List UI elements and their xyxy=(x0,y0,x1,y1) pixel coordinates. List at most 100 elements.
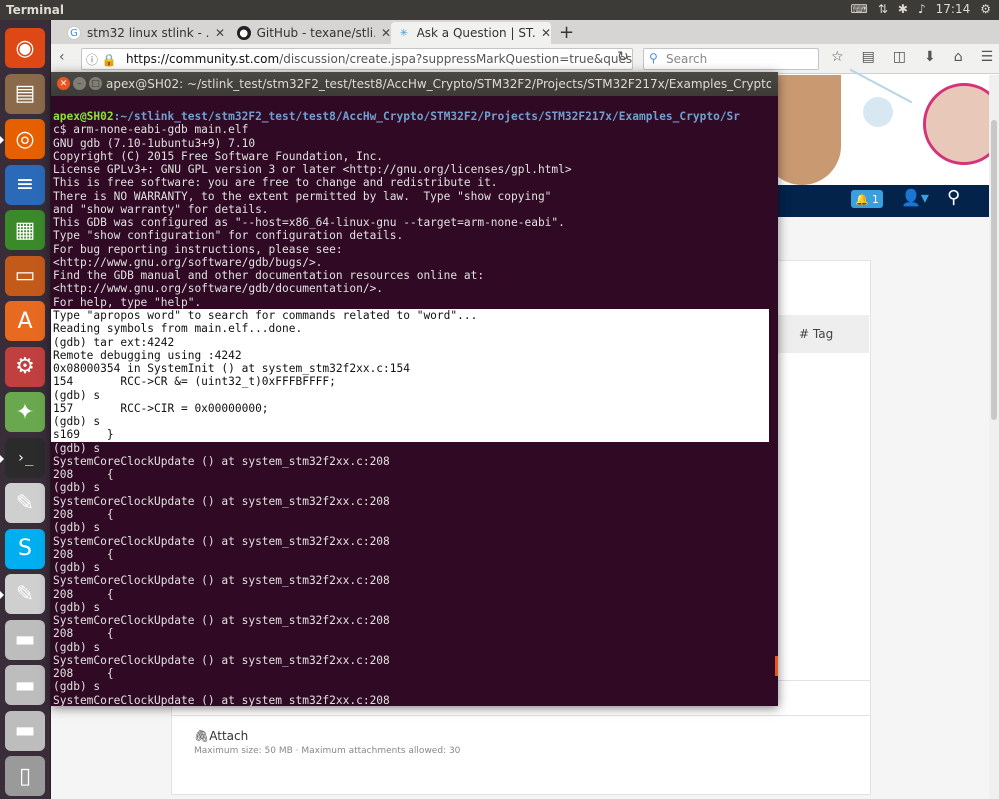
terminal-line: 208 { xyxy=(53,507,114,521)
launcher-item[interactable]: ≡ xyxy=(5,164,45,205)
software-center-icon: A xyxy=(17,308,33,334)
tab-github[interactable]: ● GitHub - texane/stli... ✕ xyxy=(231,22,391,44)
github-icon: ● xyxy=(237,26,251,40)
site-search-icon[interactable]: ⚲ xyxy=(947,187,960,208)
terminal-line: 208 { xyxy=(53,587,114,601)
launcher-item[interactable]: ✎ xyxy=(5,483,45,523)
terminal-titlebar[interactable]: ✕ – □ apex@SH02: ~/stlink_test/stm32F2_t… xyxy=(51,72,778,96)
android-studio-icon: ✦ xyxy=(15,399,35,425)
user-menu-icon[interactable]: 👤▾ xyxy=(901,188,929,207)
page-scrollbar[interactable] xyxy=(989,75,999,799)
menu-icon[interactable]: ☰ xyxy=(981,49,994,65)
drive-2-icon: ▬ xyxy=(14,672,36,698)
terminal-scroll-indicator[interactable] xyxy=(775,656,778,676)
attach-button[interactable]: 🖇Attach xyxy=(194,729,248,743)
terminal-line: (gdb) tar ext:4242 xyxy=(51,335,769,349)
toolbar-icons: ☆ ▤ ◫ ⬇ ⌂ ☰ xyxy=(831,49,993,65)
tab-ask-question[interactable]: ✳ Ask a Question | ST... ✕ xyxy=(391,22,551,44)
minimize-window-button[interactable]: – xyxy=(73,77,86,90)
launcher-item[interactable]: ▤ xyxy=(5,73,45,114)
clock[interactable]: 17:14 xyxy=(936,2,971,16)
unity-launcher: ◉ ▤ ◎ ≡ ▦ ▭ A ⚙ ✦ ›_ ✎ S ✎ ▬ ▬ ▬ ▯ xyxy=(0,20,51,799)
terminal-line: 208 { xyxy=(53,468,114,482)
system-settings-icon: ⚙ xyxy=(15,354,35,379)
pocket-icon[interactable]: ◫ xyxy=(893,49,906,65)
terminal-line: GNU gdb (7.10-1ubuntu3+9) 7.10 xyxy=(53,136,256,150)
launcher-item[interactable]: ▭ xyxy=(5,255,45,296)
notifications-button[interactable]: 🔔 1 xyxy=(851,190,883,208)
launcher-item[interactable]: ✎ xyxy=(0,574,45,614)
launcher-item[interactable]: S xyxy=(5,528,45,569)
terminal-line: c$ arm-none-eabi-gdb main.elf xyxy=(53,123,249,137)
ubuntu-dash-icon: ◉ xyxy=(15,35,35,61)
terminal-line: For bug reporting instructions, please s… xyxy=(53,242,343,256)
terminal-line: Type "show configuration" for configurat… xyxy=(53,229,404,243)
terminal-line: 0x08000354 in SystemInit () at system_st… xyxy=(51,362,769,376)
terminal-line: (gdb) s xyxy=(53,640,101,654)
bluetooth-icon[interactable]: ✱ xyxy=(898,2,908,16)
reading-list-icon[interactable]: ▤ xyxy=(862,49,875,65)
site-info-icon[interactable]: ⓘ 🔒 xyxy=(86,51,117,68)
close-icon[interactable]: ✕ xyxy=(215,26,225,40)
launcher-item[interactable]: ▯ xyxy=(5,756,45,796)
drive-3-icon: ▬ xyxy=(14,718,36,743)
system-tray: ⌨ ⇅ ✱ ♪ 17:14 ⚙ xyxy=(851,2,991,16)
terminal-line: SystemCoreClockUpdate () at system_stm32… xyxy=(53,614,390,628)
network-icon[interactable]: ⇅ xyxy=(878,2,888,16)
text-editor-icon: ✎ xyxy=(15,490,35,516)
trash-icon: ▯ xyxy=(18,763,32,789)
maximize-window-button[interactable]: □ xyxy=(89,77,102,90)
terminal-line: (gdb) s xyxy=(53,521,101,535)
launcher-item[interactable]: ✦ xyxy=(5,392,45,432)
launcher-item[interactable]: ▦ xyxy=(5,210,45,250)
launcher-item[interactable]: ◉ xyxy=(5,28,45,68)
close-window-button[interactable]: ✕ xyxy=(57,77,70,90)
terminal-line: 208 { xyxy=(53,547,114,561)
terminal-output[interactable]: apex@SH02:~/stlink_test/stm32F2_test/tes… xyxy=(51,96,778,706)
system-top-panel: Terminal ⌨ ⇅ ✱ ♪ 17:14 ⚙ xyxy=(0,0,999,20)
terminal-window[interactable]: ✕ – □ apex@SH02: ~/stlink_test/stm32F2_t… xyxy=(51,72,778,706)
terminal-line: (gdb) s xyxy=(53,561,101,575)
terminal-line: <http://www.gnu.org/software/gdb/bugs/>. xyxy=(53,255,323,269)
tag-button[interactable]: # Tag xyxy=(799,327,833,341)
attach-info: Maximum size: 50 MB · Maximum attachment… xyxy=(194,746,461,756)
prompt-line: apex@SH02:~/stlink_test/stm32F2_test/tes… xyxy=(53,110,778,123)
terminal-line: Copyright (C) 2015 Free Software Foundat… xyxy=(53,149,384,163)
active-app-title: Terminal xyxy=(6,3,65,17)
terminal-line: This GDB was configured as "--host=x86_6… xyxy=(53,216,565,230)
back-button[interactable]: ‹ xyxy=(59,49,65,65)
terminal-line: SystemCoreClockUpdate () at system_stm32… xyxy=(53,574,390,588)
launcher-item[interactable]: ⚙ xyxy=(5,346,45,387)
google-icon: G xyxy=(67,26,81,40)
launcher-item[interactable]: A xyxy=(5,301,45,341)
home-icon[interactable]: ⌂ xyxy=(954,49,963,65)
download-icon[interactable]: ⬇ xyxy=(924,49,936,65)
search-field[interactable]: ⚲ Search xyxy=(643,48,819,70)
close-icon[interactable]: ✕ xyxy=(381,26,391,40)
files-icon: ▤ xyxy=(14,81,36,106)
tab-google[interactable]: G stm32 linux stlink - ... ✕ xyxy=(61,22,229,44)
search-icon: ⚲ xyxy=(649,51,658,65)
terminal-line: (gdb) s xyxy=(51,388,769,402)
close-icon[interactable]: ✕ xyxy=(541,26,551,40)
volume-icon[interactable]: ♪ xyxy=(918,2,926,16)
launcher-item[interactable]: ›_ xyxy=(0,437,45,478)
terminal-line: <http://www.gnu.org/software/gdb/documen… xyxy=(53,282,384,296)
terminal-line: 154 RCC->CR &= (uint32_t)0xFFFBFFFF; xyxy=(51,375,769,389)
bookmark-star-icon[interactable]: ☆ xyxy=(831,49,844,65)
terminal-line: (gdb) s xyxy=(53,481,101,495)
url-bar[interactable]: ⓘ 🔒 https://community.st.com/discussion/… xyxy=(81,48,633,70)
launcher-item[interactable]: ▬ xyxy=(5,710,45,751)
new-tab-button[interactable]: + xyxy=(559,22,574,43)
url-host: https://community.st.com xyxy=(126,52,280,66)
tab-label: Ask a Question | ST... xyxy=(416,26,535,40)
scrollbar-thumb[interactable] xyxy=(991,120,997,420)
launcher-item[interactable]: ▬ xyxy=(5,619,45,660)
launcher-item[interactable]: ▬ xyxy=(5,665,45,705)
text-editor-2-icon: ✎ xyxy=(15,581,35,607)
banner-photo-circle xyxy=(923,83,999,165)
keyboard-icon[interactable]: ⌨ xyxy=(851,2,868,16)
reload-icon[interactable]: ↻ xyxy=(617,49,629,65)
gear-icon[interactable]: ⚙ xyxy=(980,2,991,16)
launcher-item[interactable]: ◎ xyxy=(0,119,45,159)
